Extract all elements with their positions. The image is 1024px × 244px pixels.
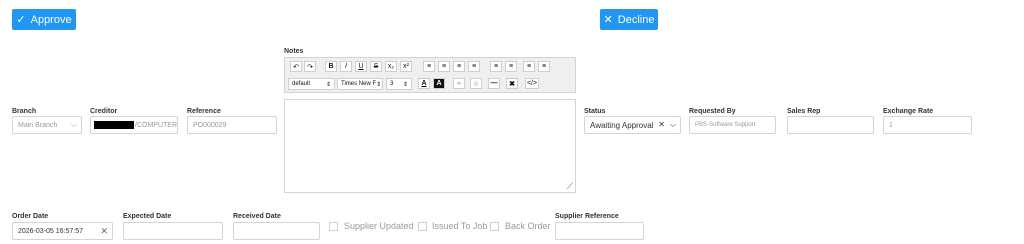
- status-label: Status: [584, 108, 606, 115]
- font-size-value: 3: [390, 81, 394, 87]
- chevron-down-icon[interactable]: ⌵: [670, 120, 676, 130]
- redo-button[interactable]: ↷: [304, 61, 316, 72]
- unlink-icon[interactable]: ⊘: [470, 78, 482, 89]
- subscript-button[interactable]: x₂: [385, 61, 397, 72]
- clear-format-icon[interactable]: ✖: [506, 78, 518, 89]
- font-family-select[interactable]: Times New F ⇕: [337, 78, 383, 90]
- status-select[interactable]: Awaiting Approval ✕ ⌵: [584, 116, 681, 134]
- redacted-bar: [94, 121, 134, 129]
- creditor-field[interactable]: /COMPUTER: [90, 116, 178, 134]
- expected-date-label: Expected Date: [123, 213, 172, 220]
- notes-label: Notes: [284, 48, 304, 55]
- resize-handle-icon[interactable]: ⟋: [567, 181, 573, 192]
- justify-button[interactable]: ≡: [468, 61, 480, 72]
- chevron-down-icon: ⌵: [70, 120, 77, 129]
- font-family-value: Times New F: [341, 81, 377, 87]
- approve-button[interactable]: ✓ Approve: [12, 9, 76, 30]
- issued-to-job-checkbox[interactable]: [418, 222, 427, 231]
- sales-rep-field[interactable]: [787, 116, 874, 134]
- link-icon[interactable]: ⚭: [453, 78, 465, 89]
- reference-field[interactable]: PO000029: [187, 116, 277, 134]
- close-icon: ✕: [603, 14, 613, 26]
- supplier-reference-label: Supplier Reference: [555, 213, 619, 220]
- issued-to-job-label: Issued To Job: [432, 221, 488, 231]
- order-date-value: 2026-03-05 16:57:57: [18, 227, 83, 235]
- sales-rep-label: Sales Rep: [787, 108, 821, 115]
- notes-editor[interactable]: ⟋: [284, 99, 576, 193]
- received-date-field[interactable]: [233, 222, 320, 240]
- exchange-rate-field[interactable]: 1: [883, 116, 972, 134]
- decline-button[interactable]: ✕ Decline: [600, 9, 658, 30]
- requested-by-value: PBS-Software Support: [695, 122, 756, 128]
- supplier-updated-label: Supplier Updated: [344, 221, 414, 231]
- requested-by-field[interactable]: PBS-Software Support: [689, 116, 776, 134]
- font-color-button[interactable]: A: [418, 78, 430, 89]
- reference-label: Reference: [187, 108, 221, 115]
- clear-icon[interactable]: ✕: [658, 120, 665, 130]
- requested-by-label: Requested By: [689, 108, 736, 115]
- align-left-button[interactable]: ≡: [423, 61, 435, 72]
- code-view-button[interactable]: </>: [525, 78, 539, 89]
- received-date-label: Received Date: [233, 213, 281, 220]
- reference-value: PO000029: [193, 121, 227, 129]
- check-icon: ✓: [16, 14, 26, 26]
- order-date-label: Order Date: [12, 213, 49, 220]
- underline-button[interactable]: U: [355, 61, 367, 72]
- exchange-rate-label: Exchange Rate: [883, 108, 934, 115]
- outdent-button[interactable]: ≡: [490, 61, 502, 72]
- creditor-value: /COMPUTER: [135, 121, 177, 129]
- order-date-field[interactable]: 2026-03-05 16:57:57 ✕: [12, 222, 113, 240]
- supplier-reference-field[interactable]: [555, 222, 644, 240]
- back-order-checkbox[interactable]: [490, 222, 499, 231]
- expected-date-field[interactable]: [123, 222, 223, 240]
- horizontal-rule-icon[interactable]: —: [488, 78, 500, 89]
- superscript-button[interactable]: x²: [400, 61, 412, 72]
- background-color-button[interactable]: A: [433, 78, 445, 89]
- bullet-list-button[interactable]: ≡: [523, 61, 535, 72]
- strikethrough-button[interactable]: S: [370, 61, 382, 72]
- supplier-updated-checkbox[interactable]: [329, 222, 338, 231]
- style-select-value: default: [292, 81, 311, 87]
- updown-icon: ⇕: [325, 81, 331, 88]
- align-right-button[interactable]: ≡: [453, 61, 465, 72]
- branch-select[interactable]: Main Branch ⌵: [12, 116, 82, 134]
- bold-button[interactable]: B: [325, 61, 337, 72]
- status-value: Awaiting Approval: [590, 120, 654, 130]
- exchange-rate-value: 1: [889, 121, 893, 129]
- branch-label: Branch: [12, 108, 37, 115]
- style-select[interactable]: default ⇕: [288, 78, 335, 90]
- updown-icon: ⇕: [376, 81, 382, 88]
- approve-label: Approve: [30, 13, 72, 26]
- branch-value: Main Branch: [18, 121, 58, 129]
- italic-button[interactable]: I: [340, 61, 352, 72]
- back-order-label: Back Order: [505, 221, 551, 231]
- decline-label: Decline: [617, 13, 655, 26]
- clear-icon[interactable]: ✕: [100, 226, 108, 237]
- indent-button[interactable]: ≡: [505, 61, 517, 72]
- numbered-list-button[interactable]: ≡: [538, 61, 550, 72]
- align-center-button[interactable]: ≡: [438, 61, 450, 72]
- creditor-label: Creditor: [90, 108, 118, 115]
- notes-toolbar: ↶ ↷ B I U S x₂ x² ≡ ≡ ≡ ≡ ≡ ≡ ≡ ≡ defaul…: [284, 57, 576, 93]
- undo-button[interactable]: ↶: [290, 61, 302, 72]
- updown-icon: ⇕: [402, 81, 408, 88]
- font-size-select[interactable]: 3 ⇕: [386, 78, 412, 90]
